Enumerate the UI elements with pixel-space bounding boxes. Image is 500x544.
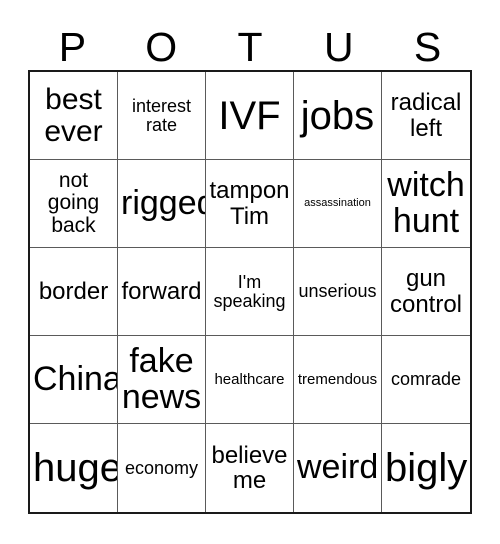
bingo-square[interactable]: border [30,248,118,336]
bingo-square-label: I'm speaking [213,271,286,311]
bingo-square[interactable]: fake news [118,336,206,424]
bingo-square-label: radical left [390,89,462,142]
bingo-square[interactable]: bigly [382,424,470,512]
bingo-square-label: gun control [389,265,463,318]
bingo-square-label: border [38,277,109,305]
bingo-square-label: interest rate [131,95,192,135]
bingo-square-label: assassination [304,196,371,209]
bingo-square-label: forward [121,277,202,305]
bingo-square[interactable]: gun control [382,248,470,336]
bingo-square[interactable]: economy [118,424,206,512]
bingo-grid: best ever interest rate IVF jobs radical lef… [28,70,472,514]
bingo-square[interactable]: jobs [294,72,382,160]
header-letter-2: T [237,24,263,70]
bingo-square[interactable]: huge [30,424,118,512]
bingo-header-row: P O T U S [28,14,472,70]
header-letter-3: U [323,24,354,70]
bingo-square-label: unserious [298,281,377,302]
bingo-square-label: healthcare [214,370,285,388]
bingo-square[interactable]: assassination [294,160,382,248]
bingo-square-label: weird [297,448,379,487]
bingo-square[interactable]: not going back [30,160,118,248]
bingo-square-label: believe me [211,441,288,494]
bingo-square-label: IVF [218,93,281,138]
bingo-square[interactable]: weird [294,424,382,512]
bingo-square[interactable]: witch hunt [382,160,470,248]
bingo-square[interactable]: IVF [206,72,294,160]
bingo-square-label: not going back [47,169,100,237]
bingo-square-label: rigged [121,183,205,222]
bingo-square[interactable]: forward [118,248,206,336]
bingo-square-label: tremendous [297,370,378,388]
bingo-square-label: economy [124,457,199,478]
bingo-square[interactable]: tremendous [294,336,382,424]
bingo-card: P O T U S best ever interest rate IVF jobs r… [28,14,472,514]
header-letter-4: S [413,24,442,70]
bingo-square[interactable]: rigged [118,160,206,248]
bingo-square-label: best ever [44,83,103,148]
bingo-square[interactable]: China [30,336,118,424]
bingo-square-label: jobs [300,93,375,138]
bingo-square[interactable]: interest rate [118,72,206,160]
bingo-square-label: fake news [121,341,202,416]
header-letter-1: O [145,24,178,70]
bingo-square[interactable]: I'm speaking [206,248,294,336]
bingo-square-label: China [33,359,118,398]
header-letter-0: P [58,24,87,70]
bingo-square[interactable]: healthcare [206,336,294,424]
bingo-square[interactable]: radical left [382,72,470,160]
bingo-square-label: huge [33,446,118,490]
bingo-square[interactable]: tampon Tim [206,160,294,248]
bingo-square[interactable]: comrade [382,336,470,424]
bingo-square-label: tampon Tim [209,177,290,230]
bingo-square[interactable]: unserious [294,248,382,336]
bingo-square[interactable]: believe me [206,424,294,512]
bingo-square-label: witch hunt [387,165,465,240]
bingo-square-label: bigly [385,446,468,490]
bingo-square-label: comrade [390,369,462,390]
bingo-square[interactable]: best ever [30,72,118,160]
